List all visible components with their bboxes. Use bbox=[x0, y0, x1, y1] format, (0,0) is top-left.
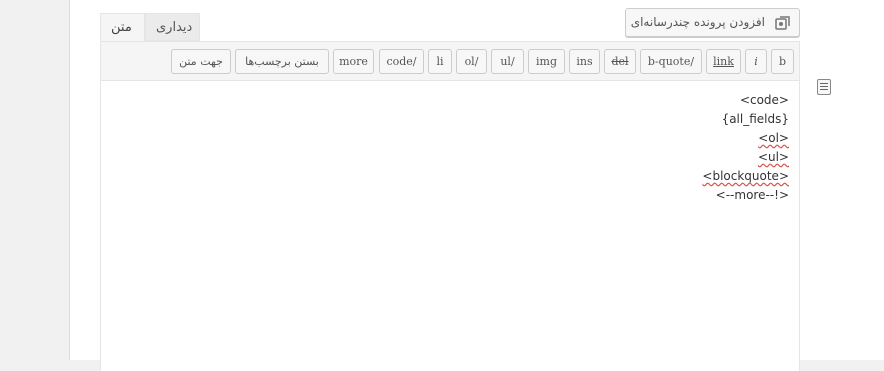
ol-button[interactable]: ol/ bbox=[456, 49, 487, 74]
italic-button[interactable]: i bbox=[745, 49, 767, 74]
content-line-more: <--more--!> bbox=[715, 188, 789, 202]
admin-sidebar-strip bbox=[0, 0, 70, 360]
content-line-ol: <ol> bbox=[758, 131, 789, 145]
quicktags-toolbar: b i link b-quote/ del ins img ul/ ol/ li… bbox=[101, 42, 799, 81]
text-direction-button[interactable]: جهت متن bbox=[171, 49, 231, 74]
bold-button[interactable]: b bbox=[771, 49, 794, 74]
tab-text[interactable]: متن bbox=[100, 13, 145, 41]
ins-button[interactable]: ins bbox=[569, 49, 600, 74]
blockquote-button[interactable]: b-quote/ bbox=[640, 49, 702, 74]
more-button[interactable]: more bbox=[333, 49, 374, 74]
media-add-icon bbox=[775, 16, 790, 30]
text-editor: b i link b-quote/ del ins img ul/ ol/ li… bbox=[100, 41, 800, 371]
li-button[interactable]: li bbox=[428, 49, 452, 74]
screen-options-icon[interactable] bbox=[817, 79, 831, 95]
content-line-ul: <ul> bbox=[757, 150, 789, 164]
link-button[interactable]: link bbox=[706, 49, 741, 74]
content-textarea[interactable]: <code> {all_fields} <ol> <ul> <blockquot… bbox=[101, 81, 799, 371]
del-button[interactable]: del bbox=[604, 49, 636, 74]
add-media-label: افزودن پرونده چندرسانه‌ای bbox=[630, 15, 765, 29]
add-media-button[interactable]: افزودن پرونده چندرسانه‌ای bbox=[625, 8, 800, 37]
close-tags-button[interactable]: بستن برچسب‌ها bbox=[235, 49, 329, 74]
content-line-blockquote: <blockquote> bbox=[702, 169, 789, 183]
ul-button[interactable]: ul/ bbox=[491, 49, 524, 74]
code-button[interactable]: code/ bbox=[379, 49, 424, 74]
content-line-code: <code> bbox=[739, 93, 789, 107]
img-button[interactable]: img bbox=[528, 49, 565, 74]
content-line-all-fields: {all_fields} bbox=[721, 112, 789, 126]
tab-visual[interactable]: دیداری bbox=[145, 13, 200, 41]
